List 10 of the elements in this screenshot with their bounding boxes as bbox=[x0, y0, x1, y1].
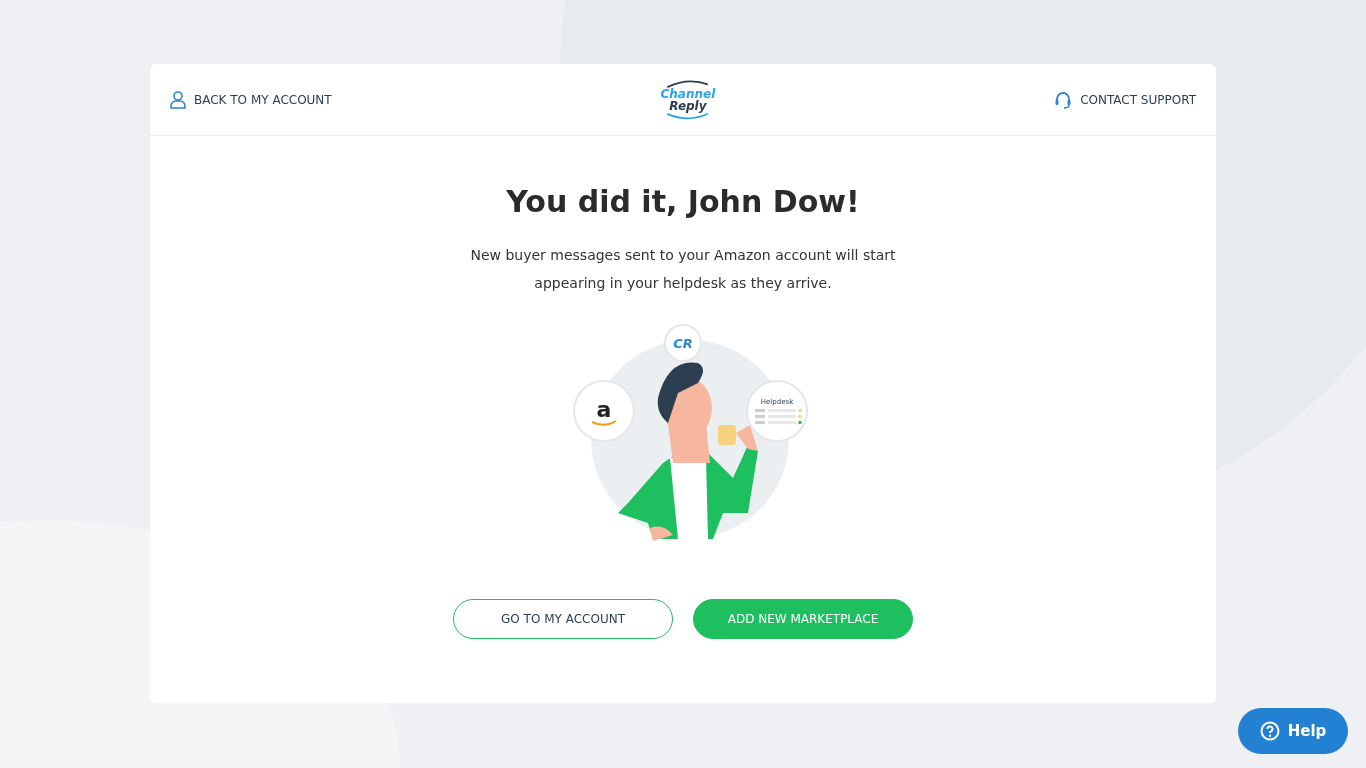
success-message: New buyer messages sent to your Amazon account will start appearing in your helpdesk as they arrive. bbox=[469, 246, 897, 293]
success-title: You did it, John Dow! bbox=[506, 184, 860, 219]
headset-icon bbox=[1054, 90, 1073, 109]
go-to-account-button[interactable]: GO TO MY ACCOUNT bbox=[453, 599, 673, 639]
question-icon bbox=[1259, 721, 1280, 741]
back-to-account-link[interactable]: BACK TO MY ACCOUNT bbox=[170, 90, 332, 109]
contact-support-link[interactable]: CONTACT SUPPORT bbox=[1054, 90, 1196, 109]
user-icon bbox=[170, 90, 186, 109]
channelreply-logo: Channel Reply bbox=[647, 78, 728, 121]
help-button[interactable]: Help bbox=[1238, 708, 1348, 754]
